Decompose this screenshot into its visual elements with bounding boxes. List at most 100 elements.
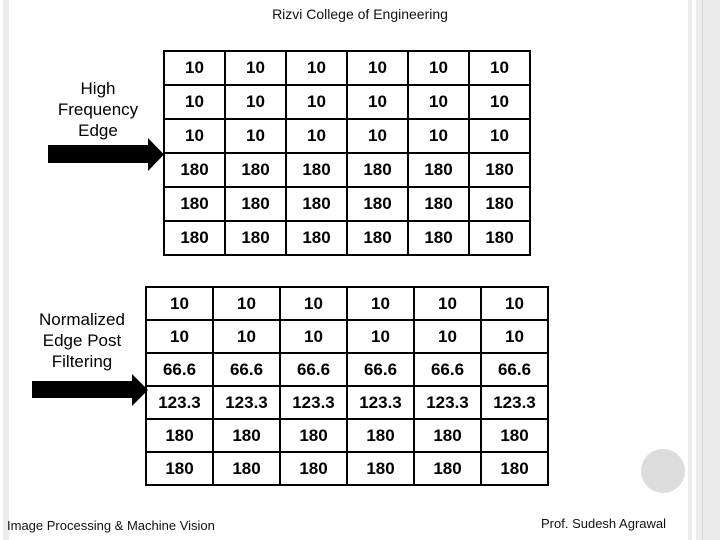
slide-frame-right-stripe [688, 0, 692, 540]
matrix-cell: 180 [224, 220, 287, 256]
matrix-cell: 66.6 [413, 352, 482, 387]
matrix-cell: 10 [145, 286, 214, 321]
matrix-cell: 180 [407, 152, 470, 188]
matrix-cell: 180 [346, 152, 409, 188]
matrix-cell: 10 [224, 84, 287, 120]
matrix-cell: 10 [285, 118, 348, 154]
label-line: Frequency [57, 100, 139, 119]
matrix-cell: 10 [480, 286, 549, 321]
matrix-row: 66.6 66.6 66.6 66.6 66.6 66.6 [145, 352, 549, 387]
matrix-cell: 123.3 [480, 385, 549, 420]
matrix-cell: 180 [468, 220, 531, 256]
matrix-cell: 180 [212, 418, 281, 453]
matrix-row: 180 180 180 180 180 180 [163, 186, 531, 222]
matrix-cell: 10 [163, 50, 226, 86]
matrix-cell: 180 [279, 451, 348, 486]
matrix-cell: 10 [279, 286, 348, 321]
matrix-cell: 10 [163, 84, 226, 120]
matrix-row: 10 10 10 10 10 10 [145, 286, 549, 321]
matrix-row: 10 10 10 10 10 10 [163, 84, 531, 120]
matrix-cell: 180 [285, 186, 348, 222]
matrix-cell: 10 [407, 50, 470, 86]
matrix-cell: 10 [407, 118, 470, 154]
matrix-cell: 180 [285, 220, 348, 256]
right-arrow-icon [32, 374, 148, 406]
matrix-cell: 180 [145, 418, 214, 453]
matrix-cell: 10 [413, 319, 482, 354]
matrix-cell: 66.6 [212, 352, 281, 387]
matrix-cell: 180 [346, 186, 409, 222]
matrix-cell: 180 [212, 451, 281, 486]
matrix-cell: 10 [468, 84, 531, 120]
high-frequency-edge-matrix: 10 10 10 10 10 10 10 10 10 10 10 10 10 10 10 10 10 10 180 1… [163, 50, 531, 256]
slide-frame-right-line [702, 0, 703, 540]
label-line: Filtering [51, 352, 113, 371]
matrix-cell: 180 [407, 220, 470, 256]
matrix-cell: 10 [346, 118, 409, 154]
author-footer: Prof. Sudesh Agrawal [541, 516, 667, 531]
matrix-cell: 66.6 [145, 352, 214, 387]
matrix-cell: 180 [480, 418, 549, 453]
matrix-cell: 180 [163, 186, 226, 222]
matrix-cell: 180 [468, 186, 531, 222]
course-title-footer: Image Processing & Machine Vision [7, 518, 215, 533]
matrix-row: 180 180 180 180 180 180 [145, 451, 549, 486]
matrix-cell: 180 [346, 418, 415, 453]
matrix-cell: 10 [480, 319, 549, 354]
matrix-cell: 66.6 [279, 352, 348, 387]
matrix-cell: 10 [285, 50, 348, 86]
matrix-cell: 10 [346, 319, 415, 354]
matrix-cell: 10 [224, 50, 287, 86]
normalized-edge-label: Normalized Edge Post Filtering [22, 309, 142, 372]
high-frequency-edge-label: High Frequency Edge [38, 78, 158, 141]
label-line: High [80, 79, 116, 98]
matrix-cell: 10 [346, 50, 409, 86]
slide-frame-left [3, 0, 9, 540]
matrix-cell: 180 [413, 418, 482, 453]
matrix-cell: 180 [346, 220, 409, 256]
matrix-cell: 66.6 [346, 352, 415, 387]
matrix-cell: 180 [163, 220, 226, 256]
matrix-cell: 10 [468, 50, 531, 86]
matrix-cell: 10 [468, 118, 531, 154]
matrix-row: 180 180 180 180 180 180 [163, 152, 531, 188]
matrix-cell: 10 [285, 84, 348, 120]
matrix-row: 180 180 180 180 180 180 [163, 220, 531, 256]
matrix-cell: 66.6 [480, 352, 549, 387]
matrix-cell: 180 [413, 451, 482, 486]
matrix-cell: 10 [212, 286, 281, 321]
matrix-cell: 10 [346, 286, 415, 321]
matrix-cell: 180 [468, 152, 531, 188]
matrix-cell: 10 [346, 84, 409, 120]
matrix-cell: 180 [145, 451, 214, 486]
matrix-cell: 10 [163, 118, 226, 154]
matrix-cell: 123.3 [212, 385, 281, 420]
matrix-row: 10 10 10 10 10 10 [145, 319, 549, 354]
matrix-cell: 10 [212, 319, 281, 354]
slide-header-title: Rizvi College of Engineering [272, 6, 448, 22]
matrix-cell: 10 [413, 286, 482, 321]
matrix-row: 180 180 180 180 180 180 [145, 418, 549, 453]
matrix-cell: 10 [145, 319, 214, 354]
label-line: Edge Post [42, 331, 122, 350]
matrix-cell: 180 [279, 418, 348, 453]
matrix-cell: 180 [346, 451, 415, 486]
matrix-cell: 180 [285, 152, 348, 188]
decorative-circle [641, 449, 685, 493]
right-arrow-icon [48, 138, 164, 171]
matrix-cell: 180 [407, 186, 470, 222]
matrix-cell: 180 [224, 152, 287, 188]
label-line: Normalized [39, 310, 125, 329]
matrix-cell: 123.3 [145, 385, 214, 420]
matrix-cell: 10 [407, 84, 470, 120]
matrix-cell: 180 [224, 186, 287, 222]
matrix-row: 123.3 123.3 123.3 123.3 123.3 123.3 [145, 385, 549, 420]
matrix-cell: 180 [163, 152, 226, 188]
matrix-cell: 10 [279, 319, 348, 354]
normalized-edge-matrix: 10 10 10 10 10 10 10 10 10 10 10 10 66.6 66.6 66.6 66.6… [145, 286, 549, 486]
matrix-cell: 123.3 [346, 385, 415, 420]
matrix-row: 10 10 10 10 10 10 [163, 50, 531, 86]
matrix-cell: 180 [480, 451, 549, 486]
matrix-cell: 123.3 [279, 385, 348, 420]
matrix-row: 10 10 10 10 10 10 [163, 118, 531, 154]
